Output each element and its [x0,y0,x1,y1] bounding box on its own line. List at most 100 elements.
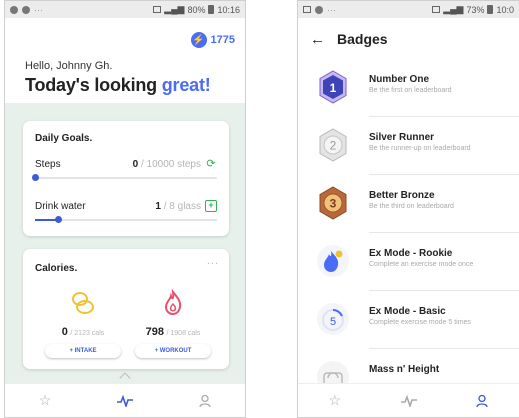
nfc-icon [432,6,441,13]
badge-number-1: 1 [330,81,337,95]
intake-target: / 2123 cals [70,330,105,337]
bronze-third-badge-icon: 3 [319,186,347,220]
steps-label: Steps [35,159,61,170]
headline-start: Today's looking [25,75,162,95]
bottom-nav: ☆ [5,383,245,417]
calories-title: Calories. [35,263,78,274]
profile-icon [199,394,211,407]
badge-title: Number One [369,74,430,85]
battery-text: 73% [466,4,485,15]
signal-icon: ▂▄▆ [164,4,185,14]
app-icon [315,5,323,14]
badge-subtitle: Complete an exercise mode once [369,261,474,268]
badge-item-number-one[interactable]: 1 Number One Be the first on leaderboard [298,63,519,121]
workout-value-text: 798 / 1908 cals [133,326,213,338]
badge-item-ex-mode-rookie[interactable]: Ex Mode - Rookie Complete an exercise mo… [298,237,519,295]
back-arrow-icon[interactable]: ← [310,31,325,48]
clock-text: 10:16 [217,4,240,15]
nfc-icon [153,6,162,13]
more-notifications-icon: ··· [327,4,336,15]
bottom-nav: ☆ [298,383,519,417]
daily-goals-title: Daily Goals. [35,133,93,144]
water-value-text: 1 / 8 glass [155,201,201,212]
activity-icon [117,394,133,407]
water-label: Drink water [35,201,86,212]
refresh-icon[interactable]: ⟳ [205,158,217,170]
water-progress-track [35,216,217,223]
badge-subtitle: Be the first on leaderboard [369,87,452,94]
activity-icon [400,394,417,407]
divider [369,174,519,175]
badge-title: Ex Mode - Basic [369,306,446,317]
steps-progress-track [32,174,217,181]
water-target: / 8 glass [163,201,201,212]
nav-badges-star-icon[interactable]: ☆ [298,384,372,417]
add-workout-button[interactable]: + WORKOUT [135,344,211,358]
badges-screen: ··· ▂▄▆ 73% 10:0 ← Badges 1 Number One B… [297,0,519,418]
notification-icon [303,6,311,13]
headline: Today's looking great! [25,75,211,96]
notification-icon [10,5,18,14]
water-value: 1 [155,201,161,212]
calories-card: Calories. ... 0 / 2123 cals + INTAKE 798… [23,249,229,369]
workout-target: / 1908 cals [166,330,201,337]
clock-text: 10:0 [496,4,514,15]
headline-accent: great! [161,75,211,95]
badge-title: Ex Mode - Rookie [369,248,453,259]
nav-profile-icon[interactable] [165,384,245,417]
intake-column: 0 / 2123 cals + INTAKE [43,289,123,358]
badge-subtitle: Complete exercise mode 5 times [369,319,471,326]
steps-value-text: 0 / 10000 steps [133,159,201,170]
battery-text: 80% [187,4,206,15]
badge-number-5: 5 [330,316,336,328]
divider [369,348,519,349]
daily-goals-card: Daily Goals. Steps 0 / 10000 steps ⟳ Dri… [23,121,229,236]
badge-item-ex-mode-basic[interactable]: 5 Ex Mode - Basic Complete exercise mode… [298,295,519,353]
badge-number-2: 2 [330,139,337,153]
badge-title: Better Bronze [369,190,435,201]
basic-five-badge-icon: 5 [317,303,349,335]
badge-item-silver-runner[interactable]: 2 Silver Runner Be the runner-up on lead… [298,121,519,179]
steps-target: / 10000 steps [140,159,201,170]
badge-title: Mass n' Height [369,364,440,375]
badge-subtitle: Be the third on leaderboard [369,203,454,210]
app-icon [22,5,30,14]
home-screen: ··· ▂▄▆ 80% 10:16 ⚡ 1775 Hello, Johnny G… [4,0,246,418]
silver-second-badge-icon: 2 [319,128,347,162]
add-water-icon[interactable]: + [205,200,217,212]
badge-item-better-bronze[interactable]: 3 Better Bronze Be the third on leaderbo… [298,179,519,237]
workout-column: 798 / 1908 cals + WORKOUT [133,288,213,358]
steps-progress-knob [32,174,39,181]
intake-value-text: 0 / 2123 cals [43,326,123,338]
nav-profile-icon[interactable] [445,384,519,417]
divider [369,290,519,291]
add-intake-button[interactable]: + INTAKE [45,344,121,358]
steps-goal-row: Steps 0 / 10000 steps ⟳ [32,158,217,187]
gold-first-badge-icon: 1 [319,70,347,104]
nav-badges-star-icon[interactable]: ☆ [5,384,85,417]
badge-subtitle: Be the runner-up on leaderboard [369,145,471,152]
workout-value: 798 [145,326,164,338]
app-bar: ← Badges [298,18,519,60]
more-notifications-icon: ··· [34,4,43,15]
badge-title: Silver Runner [369,132,435,143]
home-header: ⚡ 1775 Hello, Johnny Gh. Today's looking… [5,18,245,103]
water-progress-knob [54,216,62,223]
flame-icon [164,288,182,316]
battery-icon [208,5,215,14]
rookie-flame-badge-icon [317,245,349,277]
nav-activity-icon[interactable] [372,384,446,417]
profile-icon [476,394,488,407]
points-value: 1775 [210,34,235,46]
divider [369,116,519,117]
page-title: Badges [337,31,388,47]
divider [369,232,519,233]
status-bar: ··· ▂▄▆ 80% 10:16 [5,1,245,18]
steps-value: 0 [132,159,139,170]
signal-icon: ▂▄▆ [443,4,464,14]
battery-icon [487,5,494,14]
badge-number-3: 3 [330,197,337,211]
more-options-icon[interactable]: ... [207,255,219,267]
points-badge[interactable]: ⚡ 1775 [190,32,235,48]
nav-activity-icon[interactable] [85,384,165,417]
